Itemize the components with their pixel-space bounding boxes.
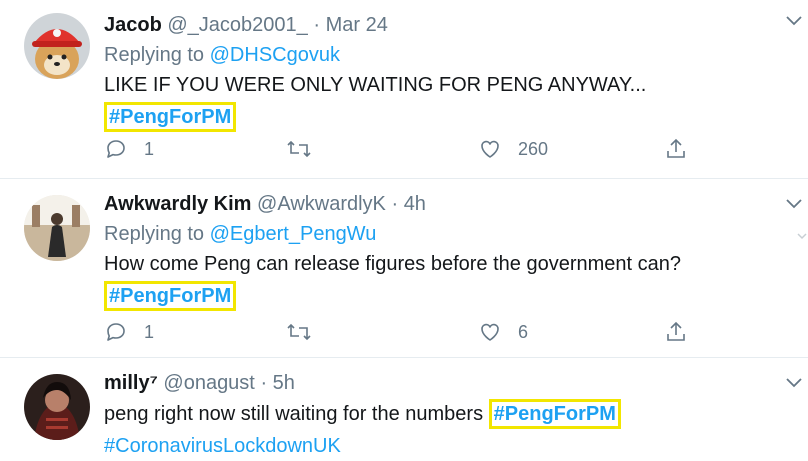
heart-icon: [481, 140, 499, 158]
reply-count: 1: [144, 138, 155, 159]
display-name[interactable]: Jacob: [104, 14, 162, 36]
display-name[interactable]: milly⁷: [104, 372, 158, 394]
timestamp[interactable]: 5h: [273, 372, 295, 394]
person-photo-avatar-icon: [24, 195, 90, 261]
tweet[interactable]: milly⁷ @onagust · 5h peng right now stil…: [0, 358, 808, 461]
retweet-button[interactable]: [286, 317, 328, 347]
like-count: 6: [518, 321, 529, 342]
share-button[interactable]: [664, 317, 688, 347]
retweet-icon: [287, 323, 311, 341]
reply-count: 1: [144, 321, 155, 342]
hashtag-link[interactable]: #PengForPM: [488, 399, 621, 429]
tweet-actions: 1 260: [104, 134, 724, 164]
tweet-text: peng right now still waiting for the num…: [104, 403, 484, 425]
like-button[interactable]: 6: [478, 317, 528, 347]
retweet-button[interactable]: [286, 134, 328, 164]
tweet[interactable]: Jacob @_Jacob2001_ · Mar 24 Replying to …: [0, 0, 808, 179]
chevron-down-icon[interactable]: [784, 197, 804, 211]
tweet-actions: 1 6: [104, 317, 724, 347]
chevron-down-icon[interactable]: [784, 14, 804, 28]
tweet[interactable]: Awkwardly Kim @AwkwardlyK · 4h Replying …: [0, 179, 808, 358]
replying-label: Replying to: [104, 44, 210, 66]
like-count: 260: [518, 138, 549, 159]
retweet-icon: [287, 140, 311, 158]
reply-button[interactable]: 1: [104, 317, 154, 347]
share-button[interactable]: [664, 134, 688, 164]
avatar[interactable]: [24, 195, 90, 261]
person-dark-photo-avatar-icon: [24, 374, 90, 440]
timestamp[interactable]: 4h: [404, 193, 426, 215]
separator: ·: [391, 193, 399, 215]
hashtag-link[interactable]: #PengForPM: [104, 281, 237, 311]
chevron-down-icon[interactable]: [784, 376, 804, 390]
share-icon: [667, 138, 685, 158]
like-button[interactable]: 260: [478, 134, 548, 164]
shiba-dog-avatar-icon: [24, 13, 90, 79]
user-handle[interactable]: @onagust: [163, 372, 254, 394]
avatar[interactable]: [24, 374, 90, 440]
hashtag-link-secondary[interactable]: #CoronavirusLockdownUK: [104, 435, 341, 457]
reply-button[interactable]: 1: [104, 134, 154, 164]
reply-mention-link[interactable]: @DHSCgovuk: [210, 44, 340, 66]
tweet-text: LIKE IF YOU WERE ONLY WAITING FOR PENG A…: [104, 74, 647, 96]
chevron-down-icon: [797, 233, 807, 240]
tweet-text: How come Peng can release figures before…: [104, 253, 682, 275]
hashtag-link[interactable]: #PengForPM: [104, 102, 237, 132]
avatar[interactable]: [24, 13, 90, 79]
share-icon: [667, 321, 685, 341]
user-handle[interactable]: @_Jacob2001_: [167, 14, 307, 36]
heart-icon: [481, 323, 499, 341]
reply-icon: [107, 140, 125, 158]
replying-label: Replying to: [104, 223, 210, 245]
user-handle[interactable]: @AwkwardlyK: [257, 193, 386, 215]
reply-icon: [107, 323, 125, 341]
separator: ·: [313, 14, 321, 36]
reply-mention-link[interactable]: @Egbert_PengWu: [210, 223, 377, 245]
display-name[interactable]: Awkwardly Kim: [104, 193, 251, 215]
separator: ·: [260, 372, 268, 394]
timestamp[interactable]: Mar 24: [326, 14, 388, 36]
